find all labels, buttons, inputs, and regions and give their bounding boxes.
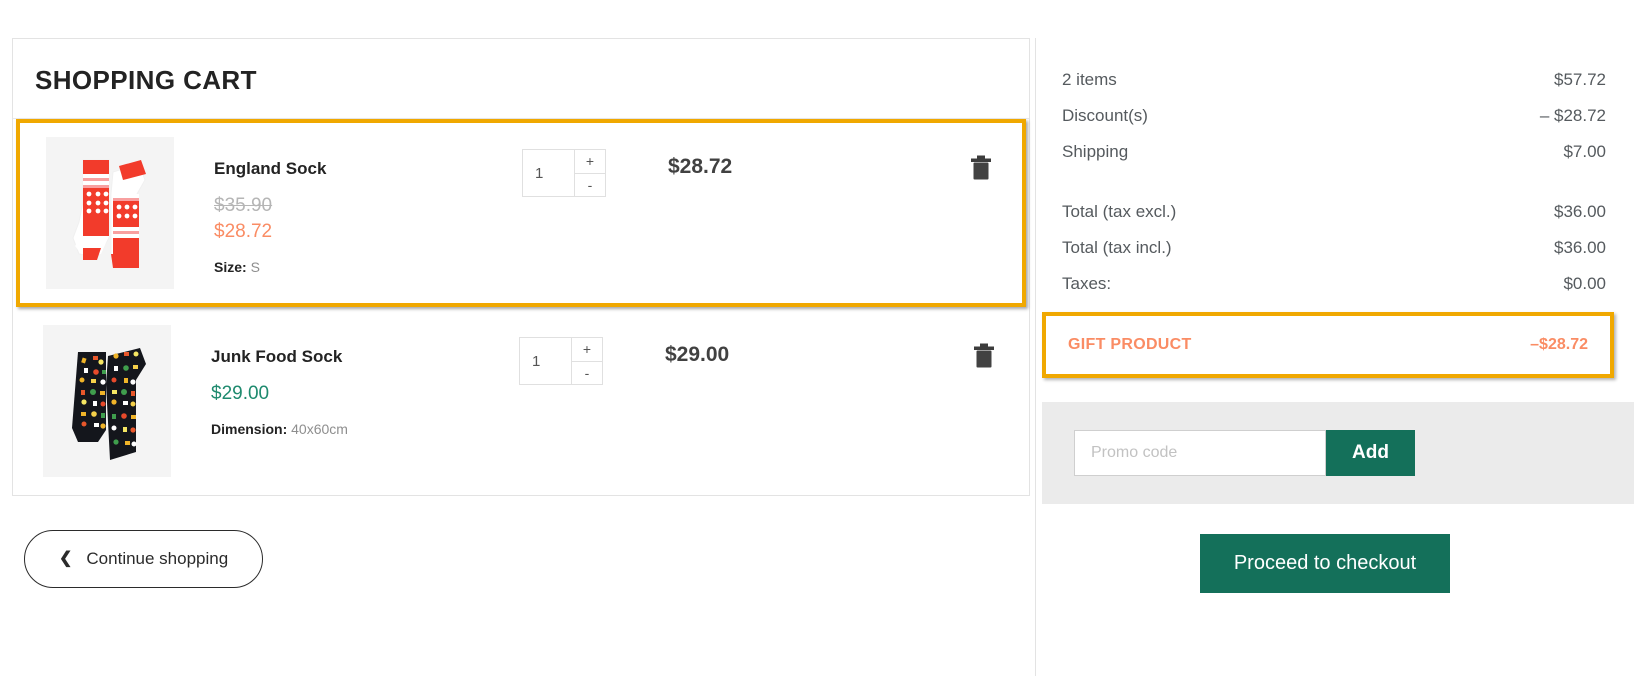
- summary-value: – $28.72: [1539, 106, 1606, 125]
- cart-items-list: England Sock $35.90 $28.72 Size: S 1 + -…: [13, 119, 1029, 495]
- chevron-left-icon: ❮: [59, 550, 73, 567]
- summary-label: 2 items: [1062, 70, 1117, 89]
- item-line-total: $29.00: [665, 343, 730, 366]
- summary-row-taxes: Taxes: $0.00: [1062, 266, 1606, 302]
- cart-item-england-sock[interactable]: England Sock $35.90 $28.72 Size: S 1 + -…: [16, 119, 1026, 307]
- trash-icon[interactable]: [973, 343, 995, 373]
- promo-code-section: Add: [1042, 402, 1634, 504]
- shopping-cart-page: SHOPPING CART England Sock $35.90 $28.72…: [0, 0, 1634, 676]
- gift-product-label: GIFT PRODUCT: [1068, 336, 1192, 353]
- item-attribute: Dimension: 40x60cm: [211, 421, 511, 437]
- summary-row-total-incl: Total (tax incl.) $36.00: [1062, 230, 1606, 266]
- gift-product-row[interactable]: GIFT PRODUCT –$28.72: [1042, 312, 1614, 378]
- item-attribute-label: Dimension:: [211, 421, 288, 437]
- summary-label: Total (tax incl.): [1062, 238, 1172, 257]
- summary-divider: [1062, 170, 1606, 194]
- quantity-stepper[interactable]: 1 + -: [511, 325, 603, 385]
- junk-food-sock-thumbnail[interactable]: [43, 325, 171, 477]
- quantity-input[interactable]: 1: [523, 150, 575, 196]
- summary-label: Discount(s): [1062, 106, 1148, 125]
- quantity-decrease-button[interactable]: -: [572, 362, 602, 385]
- quantity-increase-button[interactable]: +: [572, 338, 602, 362]
- cart-item-junk-food-sock[interactable]: Junk Food Sock $29.00 Dimension: 40x60cm…: [13, 307, 1029, 495]
- cart-card: SHOPPING CART England Sock $35.90 $28.72…: [12, 38, 1030, 496]
- proceed-to-checkout-button[interactable]: Proceed to checkout: [1199, 534, 1451, 593]
- quantity-decrease-button[interactable]: -: [575, 174, 605, 197]
- remove-item-button[interactable]: [973, 325, 1009, 374]
- summary-label: Total (tax excl.): [1062, 202, 1177, 221]
- summary-row-total-excl: Total (tax excl.) $36.00: [1062, 194, 1606, 230]
- england-sock-thumbnail[interactable]: [46, 137, 174, 289]
- trash-icon[interactable]: [970, 155, 992, 185]
- gift-product-value: –$28.72: [1530, 336, 1588, 353]
- continue-shopping-label: Continue shopping: [86, 549, 229, 568]
- item-name[interactable]: England Sock: [214, 159, 514, 179]
- summary-value: $36.00: [1554, 202, 1606, 221]
- summary-value: $57.72: [1554, 70, 1606, 89]
- remove-item-button[interactable]: [970, 137, 1006, 186]
- summary-row-items: 2 items $57.72: [1062, 62, 1606, 98]
- continue-shopping-button[interactable]: ❮ Continue shopping: [24, 530, 264, 588]
- summary-label: Shipping: [1062, 142, 1129, 161]
- item-attribute-label: Size:: [214, 259, 247, 275]
- item-details: Junk Food Sock $29.00 Dimension: 40x60cm: [171, 325, 511, 437]
- item-original-price: $35.90: [214, 195, 273, 216]
- item-attribute: Size: S: [214, 259, 514, 275]
- order-summary-panel: 2 items $57.72 Discount(s) – $28.72 Ship…: [1035, 38, 1634, 676]
- checkout-section: Proceed to checkout: [1036, 504, 1634, 593]
- summary-row-discounts: Discount(s) – $28.72: [1062, 98, 1606, 134]
- item-line-total: $28.72: [668, 155, 733, 178]
- item-name[interactable]: Junk Food Sock: [211, 347, 511, 367]
- item-attribute-value: 40x60cm: [291, 421, 348, 437]
- item-price: $29.00: [211, 383, 270, 404]
- quantity-increase-button[interactable]: +: [575, 150, 605, 174]
- summary-value: $7.00: [1563, 142, 1606, 161]
- item-discounted-price: $28.72: [214, 221, 273, 242]
- quantity-input[interactable]: 1: [520, 338, 572, 384]
- cart-header: SHOPPING CART: [13, 39, 1029, 119]
- summary-rows: 2 items $57.72 Discount(s) – $28.72 Ship…: [1036, 38, 1634, 302]
- summary-value: $0.00: [1563, 274, 1606, 293]
- add-promo-button[interactable]: Add: [1326, 430, 1415, 476]
- summary-value: $36.00: [1554, 238, 1606, 257]
- item-attribute-value: S: [250, 259, 260, 275]
- item-details: England Sock $35.90 $28.72 Size: S: [174, 137, 514, 275]
- summary-label: Taxes:: [1062, 274, 1112, 293]
- promo-code-input[interactable]: [1074, 430, 1326, 476]
- page-title: SHOPPING CART: [35, 65, 257, 95]
- summary-row-shipping: Shipping $7.00: [1062, 134, 1606, 170]
- quantity-stepper[interactable]: 1 + -: [514, 137, 606, 197]
- cart-column: SHOPPING CART England Sock $35.90 $28.72…: [0, 38, 1035, 588]
